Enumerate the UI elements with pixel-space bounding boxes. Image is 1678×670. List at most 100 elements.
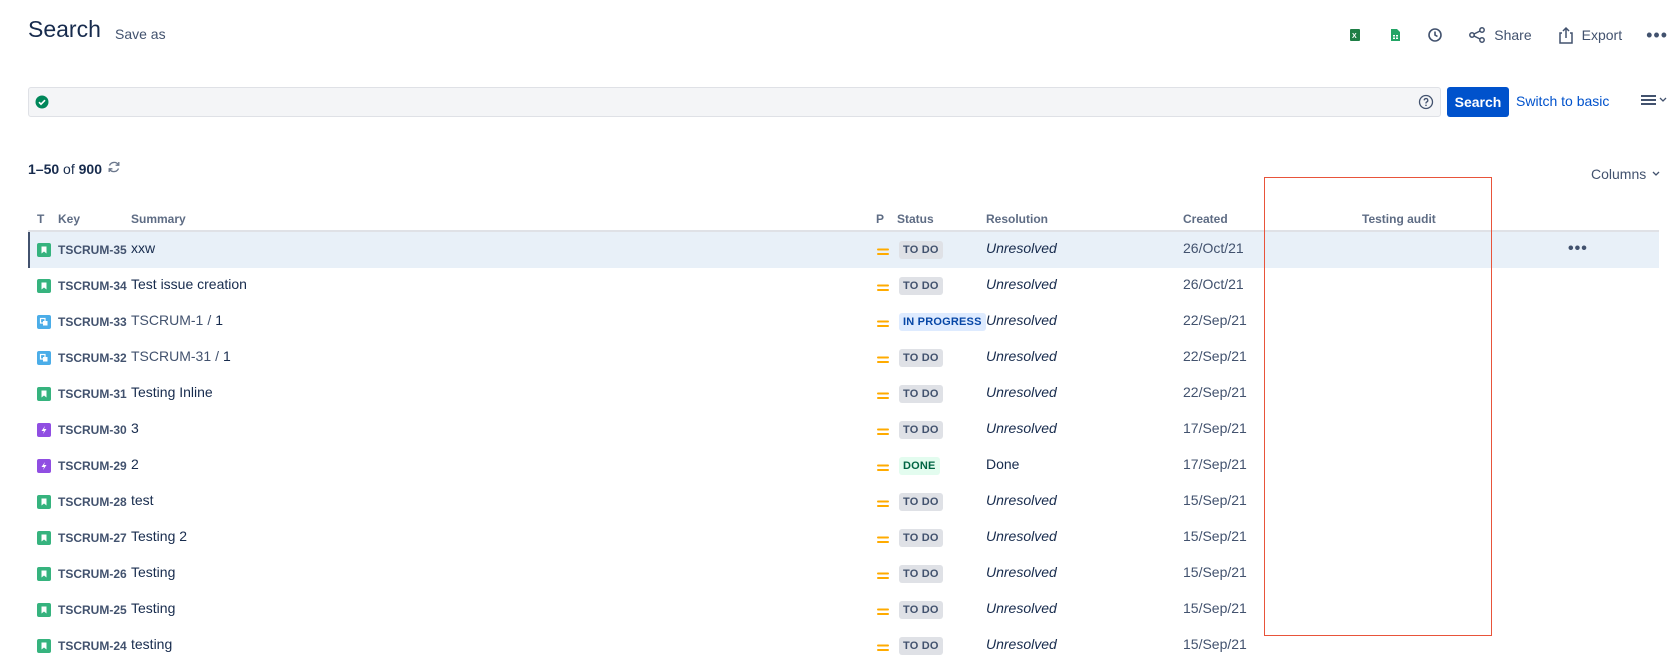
status-badge: TO DO xyxy=(899,565,943,583)
resolution: Unresolved xyxy=(986,384,1057,400)
header-status[interactable]: Status xyxy=(897,212,934,226)
issue-summary[interactable]: Testing 2 xyxy=(131,528,187,544)
header-resolution[interactable]: Resolution xyxy=(986,212,1048,226)
separator: / xyxy=(215,348,220,364)
issue-summary[interactable]: test xyxy=(131,492,154,508)
status-badge: TO DO xyxy=(899,421,943,439)
results-count: 1–50 of 900 xyxy=(28,161,102,177)
excel-icon[interactable]: X xyxy=(1342,22,1368,48)
search-button[interactable]: Search xyxy=(1447,87,1509,117)
switch-to-basic-link[interactable]: Switch to basic xyxy=(1516,93,1609,109)
issue-key[interactable]: TSCRUM-31 xyxy=(58,387,127,401)
parent-issue-link[interactable]: TSCRUM-1 xyxy=(131,312,203,328)
chevron-down-icon xyxy=(1652,171,1660,176)
header-priority[interactable]: P xyxy=(876,212,884,226)
created-date: 26/Oct/21 xyxy=(1183,276,1244,292)
issue-key[interactable]: TSCRUM-32 xyxy=(58,351,127,365)
clock-icon[interactable] xyxy=(1422,22,1448,48)
svg-text:X: X xyxy=(1352,33,1357,40)
table-row[interactable]: TSCRUM-30 3 TO DO Unresolved 17/Sep/21 xyxy=(28,412,1659,448)
separator: / xyxy=(207,312,212,328)
header-testing-audit[interactable]: Testing audit xyxy=(1362,212,1436,226)
created-date: 22/Sep/21 xyxy=(1183,312,1247,328)
header-summary[interactable]: Summary xyxy=(131,212,186,226)
priority-medium-icon xyxy=(877,604,889,620)
issue-key[interactable]: TSCRUM-27 xyxy=(58,531,127,545)
table-row[interactable]: TSCRUM-34 Test issue creation TO DO Unre… xyxy=(28,268,1659,304)
story-type-icon xyxy=(37,531,51,545)
issue-summary[interactable]: 2 xyxy=(131,456,139,472)
results-range: 1–50 xyxy=(28,161,60,177)
issue-summary[interactable]: 3 xyxy=(131,420,139,436)
status-badge: IN PROGRESS xyxy=(899,313,986,331)
issue-summary-text: testing xyxy=(131,636,173,652)
issue-summary[interactable]: Testing Inline xyxy=(131,384,213,400)
table-row[interactable]: TSCRUM-28 test TO DO Unresolved 15/Sep/2… xyxy=(28,484,1659,520)
resolution: Unresolved xyxy=(986,636,1057,652)
issue-key[interactable]: TSCRUM-34 xyxy=(58,279,127,293)
issue-key[interactable]: TSCRUM-24 xyxy=(58,639,127,653)
table-row[interactable]: TSCRUM-24 testing TO DO Unresolved 15/Se… xyxy=(28,628,1659,664)
issue-summary-text: test xyxy=(131,492,154,508)
issue-key[interactable]: TSCRUM-35 xyxy=(58,243,127,257)
resolution: Unresolved xyxy=(986,564,1057,580)
priority-medium-icon xyxy=(877,280,889,296)
story-type-icon xyxy=(37,387,51,401)
table-row[interactable]: TSCRUM-26 Testing TO DO Unresolved 15/Se… xyxy=(28,556,1659,592)
view-menu-icon[interactable] xyxy=(1641,94,1667,106)
priority-medium-icon xyxy=(877,388,889,404)
jql-query-input[interactable] xyxy=(28,87,1441,117)
issue-key[interactable]: TSCRUM-25 xyxy=(58,603,127,617)
google-sheets-icon[interactable] xyxy=(1382,22,1408,48)
issue-summary-text: 3 xyxy=(131,420,139,436)
table-row[interactable]: TSCRUM-31 Testing Inline TO DO Unresolve… xyxy=(28,376,1659,412)
row-actions-button[interactable]: ••• xyxy=(1568,240,1588,258)
issue-summary[interactable]: Test issue creation xyxy=(131,276,247,292)
issue-summary[interactable]: xxw xyxy=(131,240,155,256)
issue-key[interactable]: TSCRUM-28 xyxy=(58,495,127,509)
columns-button[interactable]: Columns xyxy=(1591,166,1660,182)
more-actions-icon[interactable]: ••• xyxy=(1642,25,1668,46)
share-button[interactable]: Share xyxy=(1462,26,1537,44)
created-date: 15/Sep/21 xyxy=(1183,528,1247,544)
issue-summary[interactable]: TSCRUM-1/1 xyxy=(131,312,223,328)
issue-summary[interactable]: Testing xyxy=(131,600,175,616)
created-date: 22/Sep/21 xyxy=(1183,384,1247,400)
table-row[interactable]: TSCRUM-33 TSCRUM-1/1 IN PROGRESS Unresol… xyxy=(28,304,1659,340)
status-badge: TO DO xyxy=(899,529,943,547)
help-icon[interactable] xyxy=(1418,94,1434,110)
issue-summary-text: 1 xyxy=(223,348,231,364)
table-row[interactable]: TSCRUM-27 Testing 2 TO DO Unresolved 15/… xyxy=(28,520,1659,556)
header-type[interactable]: T xyxy=(37,212,44,226)
issue-summary[interactable]: Testing xyxy=(131,564,175,580)
table-row[interactable]: TSCRUM-35 xxw TO DO Unresolved 26/Oct/21… xyxy=(28,232,1659,268)
issue-key[interactable]: TSCRUM-29 xyxy=(58,459,127,473)
status-badge: DONE xyxy=(899,457,940,475)
issue-summary[interactable]: TSCRUM-31/1 xyxy=(131,348,231,364)
issue-summary[interactable]: testing xyxy=(131,636,172,652)
priority-medium-icon xyxy=(877,496,889,512)
refresh-icon[interactable] xyxy=(107,160,121,174)
header-created[interactable]: Created xyxy=(1183,212,1228,226)
issue-key[interactable]: TSCRUM-30 xyxy=(58,423,127,437)
save-as-button[interactable]: Save as xyxy=(115,26,166,42)
created-date: 22/Sep/21 xyxy=(1183,348,1247,364)
status-badge: TO DO xyxy=(899,241,943,259)
story-type-icon xyxy=(37,495,51,509)
table-header: T Key Summary P Status Resolution Create… xyxy=(28,208,1659,232)
table-row[interactable]: TSCRUM-29 2 DONE Done 17/Sep/21 xyxy=(28,448,1659,484)
issue-key[interactable]: TSCRUM-33 xyxy=(58,315,127,329)
created-date: 15/Sep/21 xyxy=(1183,636,1247,652)
subtask-type-icon xyxy=(37,351,51,365)
resolution: Unresolved xyxy=(986,420,1057,436)
priority-medium-icon xyxy=(877,316,889,332)
parent-issue-link[interactable]: TSCRUM-31 xyxy=(131,348,211,364)
issue-summary-text: 1 xyxy=(215,312,224,328)
resolution: Unresolved xyxy=(986,276,1057,292)
status-badge: TO DO xyxy=(899,385,943,403)
table-row[interactable]: TSCRUM-25 Testing TO DO Unresolved 15/Se… xyxy=(28,592,1659,628)
table-row[interactable]: TSCRUM-32 TSCRUM-31/1 TO DO Unresolved 2… xyxy=(28,340,1659,376)
issue-key[interactable]: TSCRUM-26 xyxy=(58,567,127,581)
export-button[interactable]: Export xyxy=(1552,26,1628,44)
header-key[interactable]: Key xyxy=(58,212,80,226)
